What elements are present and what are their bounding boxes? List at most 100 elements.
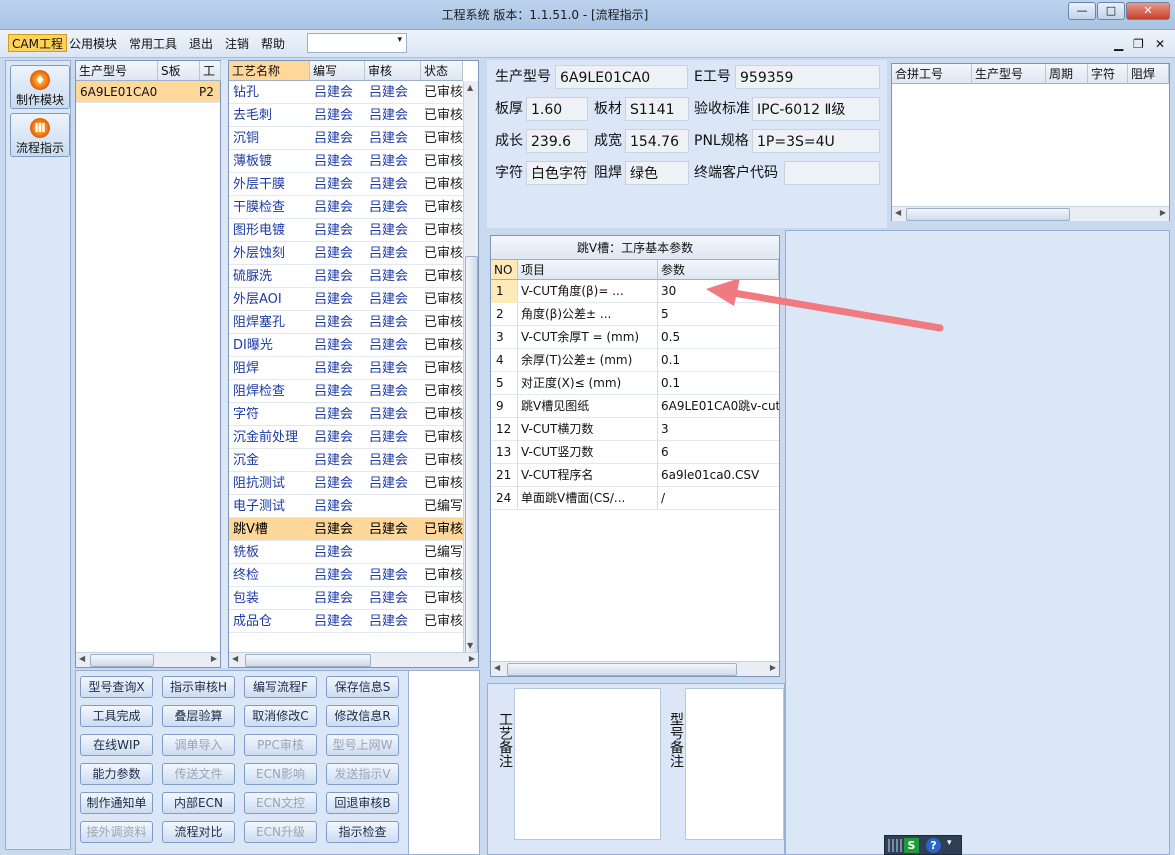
param-value[interactable]: 6A9LE01CA0跳v-cut — [661, 395, 779, 418]
process-hscrollbar[interactable]: ◀ ▶ — [229, 652, 478, 667]
col-merge-character[interactable]: 字符 — [1088, 64, 1128, 84]
field-standard[interactable]: IPC-6012 Ⅱ级 — [752, 97, 880, 121]
field-solder-mask[interactable]: 绿色 — [625, 161, 689, 185]
process-row[interactable]: 字符 吕建会 吕建会 已审核 — [229, 403, 463, 426]
rollback-review-button[interactable]: 回退审核B — [326, 792, 399, 814]
process-row[interactable]: 沉金前处理 吕建会 吕建会 已审核 — [229, 426, 463, 449]
model-row[interactable]: 6A9LE01CA0 P2 — [76, 81, 220, 103]
write-flow-button[interactable]: 编写流程F — [244, 676, 317, 698]
param-row[interactable]: 5 对正度(X)≤ (mm) 0.1 — [491, 372, 779, 395]
menu-cam[interactable]: CAM工程 — [8, 34, 67, 52]
stackup-check-button[interactable]: 叠层验算 — [162, 705, 235, 727]
col-item[interactable]: 项目 — [518, 260, 658, 280]
param-value[interactable]: 3 — [661, 418, 779, 441]
module-flow-button[interactable]: Ⅲ 流程指示 — [10, 113, 70, 157]
capability-params-button[interactable]: 能力参数 — [80, 763, 153, 785]
param-value[interactable]: 6a9le01ca0.CSV — [661, 464, 779, 487]
process-row[interactable]: 薄板镀 吕建会 吕建会 已审核 — [229, 150, 463, 173]
param-row[interactable]: 4 余厚(T)公差± (mm) 0.1 — [491, 349, 779, 372]
param-row[interactable]: 9 跳V槽见图纸 6A9LE01CA0跳v-cut — [491, 395, 779, 418]
col-model[interactable]: 生产型号 — [76, 61, 158, 81]
param-hscrollbar[interactable]: ◀ ▶ — [491, 661, 779, 676]
expand-icon[interactable]: ▾ — [947, 838, 952, 848]
process-row[interactable]: 阻抗测试 吕建会 吕建会 已审核 — [229, 472, 463, 495]
col-status[interactable]: 状态 — [421, 61, 463, 81]
col-writer[interactable]: 编写 — [310, 61, 365, 81]
param-value[interactable]: 0.1 — [661, 372, 779, 395]
process-row[interactable]: 外层AOI 吕建会 吕建会 已审核 — [229, 288, 463, 311]
process-row[interactable]: 铣板 吕建会 已编写 — [229, 541, 463, 564]
menu-help[interactable]: 帮助 — [258, 35, 288, 53]
field-width[interactable]: 154.76 — [625, 129, 689, 153]
col-merge-cycle[interactable]: 周期 — [1046, 64, 1088, 84]
field-model[interactable]: 6A9LE01CA0 — [555, 65, 688, 89]
process-row[interactable]: 外层蚀刻 吕建会 吕建会 已审核 — [229, 242, 463, 265]
field-customer-code[interactable] — [784, 161, 880, 185]
ecn-upgrade-button[interactable]: ECN升级 — [244, 821, 317, 843]
process-row[interactable]: 外层干膜 吕建会 吕建会 已审核 — [229, 173, 463, 196]
splitter[interactable] — [221, 60, 228, 668]
import-order-button[interactable]: 调单导入 — [162, 734, 235, 756]
menu-tools[interactable]: 常用工具 — [126, 35, 180, 53]
process-row[interactable]: 阻焊检查 吕建会 吕建会 已审核 — [229, 380, 463, 403]
param-value[interactable]: / — [661, 487, 779, 510]
param-row[interactable]: 13 V-CUT竖刀数 6 — [491, 441, 779, 464]
process-row[interactable]: 沉铜 吕建会 吕建会 已审核 — [229, 127, 463, 150]
process-row[interactable]: 成品仓 吕建会 吕建会 已审核 — [229, 610, 463, 633]
send-instruction-button[interactable]: 发送指示V — [326, 763, 399, 785]
param-row[interactable]: 21 V-CUT程序名 6a9le01ca0.CSV — [491, 464, 779, 487]
process-row[interactable]: 图形电镀 吕建会 吕建会 已审核 — [229, 219, 463, 242]
save-info-button[interactable]: 保存信息S — [326, 676, 399, 698]
field-thickness[interactable]: 1.60 — [526, 97, 588, 121]
tool-complete-button[interactable]: 工具完成 — [80, 705, 153, 727]
instruction-check-button[interactable]: 指示检查 — [326, 821, 399, 843]
model-query-button[interactable]: 型号查询X — [80, 676, 153, 698]
col-merge-no[interactable]: 合拼工号 — [892, 64, 972, 84]
module-make-button[interactable]: ♦ 制作模块 — [10, 65, 70, 109]
send-file-button[interactable]: 传送文件 — [162, 763, 235, 785]
process-row[interactable]: 干膜检查 吕建会 吕建会 已审核 — [229, 196, 463, 219]
ecn-impact-button[interactable]: ECN影响 — [244, 763, 317, 785]
mdi-restore-icon[interactable]: ❐ — [1133, 37, 1144, 51]
param-row[interactable]: 24 单面跳V槽面(CS/... / — [491, 487, 779, 510]
field-material[interactable]: S1141 — [625, 97, 689, 121]
make-notice-button[interactable]: 制作通知单 — [80, 792, 153, 814]
internal-ecn-button[interactable]: 内部ECN — [162, 792, 235, 814]
instruction-review-button[interactable]: 指示审核H — [162, 676, 235, 698]
model-note-box[interactable] — [685, 688, 784, 840]
maximize-button[interactable]: □ — [1097, 2, 1125, 20]
process-row[interactable]: DI曝光 吕建会 吕建会 已审核 — [229, 334, 463, 357]
col-param[interactable]: 参数 — [658, 260, 779, 280]
col-reviewer[interactable]: 审核 — [365, 61, 421, 81]
ppc-review-button[interactable]: PPC审核 — [244, 734, 317, 756]
process-row[interactable]: 包装 吕建会 吕建会 已审核 — [229, 587, 463, 610]
col-s-board[interactable]: S板 — [158, 61, 200, 81]
process-row[interactable]: 阻焊塞孔 吕建会 吕建会 已审核 — [229, 311, 463, 334]
process-row[interactable]: 电子测试 吕建会 已编写 — [229, 495, 463, 518]
process-vscrollbar[interactable]: ▲ ▼ — [463, 81, 478, 658]
param-row[interactable]: 12 V-CUT横刀数 3 — [491, 418, 779, 441]
cancel-edit-button[interactable]: 取消修改C — [244, 705, 317, 727]
process-row[interactable]: 终检 吕建会 吕建会 已审核 — [229, 564, 463, 587]
menu-logout[interactable]: 注销 — [222, 35, 252, 53]
col-merge-model[interactable]: 生产型号 — [972, 64, 1046, 84]
process-row[interactable]: 阻焊 吕建会 吕建会 已审核 — [229, 357, 463, 380]
param-value[interactable]: 6 — [661, 441, 779, 464]
s-icon[interactable]: S — [904, 838, 919, 853]
edit-info-button[interactable]: 修改信息R — [326, 705, 399, 727]
model-online-button[interactable]: 型号上网W — [326, 734, 399, 756]
field-e-number[interactable]: 959359 — [735, 65, 880, 89]
menu-common-modules[interactable]: 公用模块 — [66, 35, 120, 53]
ecn-doc-control-button[interactable]: ECN文控 — [244, 792, 317, 814]
process-row[interactable]: 去毛刺 吕建会 吕建会 已审核 — [229, 104, 463, 127]
field-length[interactable]: 239.6 — [526, 129, 588, 153]
minimize-button[interactable]: — — [1068, 2, 1096, 20]
process-row[interactable]: 钻孔 吕建会 吕建会 已审核 — [229, 81, 463, 104]
col-factory[interactable]: 工厂 — [200, 61, 221, 81]
col-process-name[interactable]: 工艺名称 — [229, 61, 310, 81]
process-note-box[interactable] — [514, 688, 661, 840]
mdi-minimize-icon[interactable]: ▁ — [1114, 37, 1123, 51]
online-wip-button[interactable]: 在线WIP — [80, 734, 153, 756]
mdi-close-icon[interactable]: ✕ — [1155, 37, 1165, 51]
model-hscrollbar[interactable]: ◀ ▶ — [76, 652, 220, 667]
